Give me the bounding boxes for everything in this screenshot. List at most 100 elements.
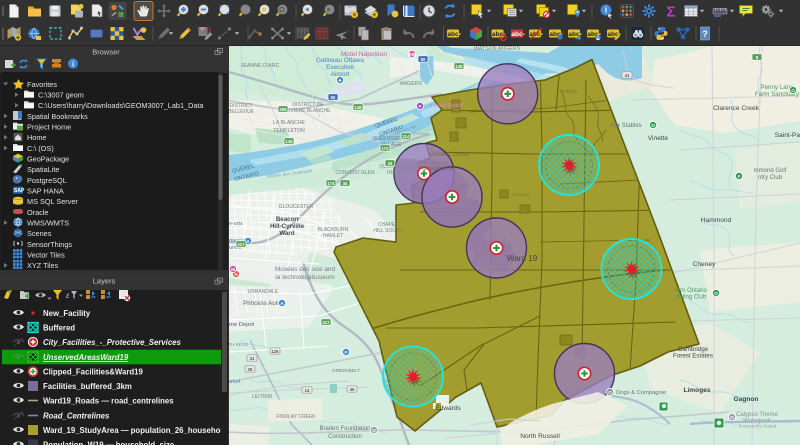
svg-text:O: O	[651, 123, 655, 128]
svg-text:CONVENT GLEN: CONVENT GLEN	[335, 170, 375, 176]
svg-text:Clarence Creek: Clarence Creek	[713, 105, 760, 112]
svg-text:Favorites: Favorites	[27, 80, 57, 89]
svg-text:O: O	[608, 390, 612, 395]
svg-text:i: i	[72, 60, 74, 69]
svg-text:abc: abc	[511, 31, 523, 38]
svg-text:nox Stables: nox Stables	[610, 123, 641, 129]
svg-text:114: 114	[403, 134, 411, 139]
svg-text:TEMPLETON: TEMPLETON	[273, 128, 305, 134]
svg-text:C:\ (OS): C:\ (OS)	[27, 144, 54, 153]
svg-text:Vector Tiles: Vector Tiles	[27, 250, 65, 259]
svg-text:Motel Napoléon: Motel Napoléon	[341, 51, 388, 58]
svg-text:P: P	[344, 350, 347, 355]
svg-text:Layers: Layers	[93, 277, 116, 286]
svg-text:50: 50	[421, 57, 426, 62]
svg-text:Spatial Bookmarks: Spatial Bookmarks	[27, 112, 88, 121]
svg-text:URBANDALE: URBANDALE	[248, 289, 279, 295]
svg-text:XYZ Tiles: XYZ Tiles	[27, 261, 59, 270]
svg-text:CARDINAL CREEK: CARDINAL CREEK	[429, 152, 470, 157]
svg-text:Hammond: Hammond	[701, 217, 732, 224]
svg-text:14: 14	[305, 388, 310, 393]
svg-text:Gatineau Ottawa: Gatineau Ottawa	[316, 57, 364, 64]
svg-text:50: 50	[331, 95, 336, 100]
svg-text:Ward: Ward	[279, 230, 294, 237]
svg-text:Σ: Σ	[666, 4, 675, 21]
svg-text:148: 148	[455, 64, 463, 69]
svg-text:WMS/WMTS: WMS/WMTS	[27, 218, 69, 227]
svg-text:e Island Beach: e Island Beach	[429, 103, 462, 109]
svg-text:Browser: Browser	[92, 48, 120, 57]
svg-text:tern Ontario: tern Ontario	[675, 288, 707, 294]
svg-text:34: 34	[343, 181, 348, 186]
svg-text:125: 125	[271, 349, 279, 354]
svg-text:Ward19_Roads — road_centreline: Ward19_Roads — road_centrelines	[43, 397, 174, 406]
svg-text:e-arts: e-arts	[229, 221, 243, 227]
svg-text:UnservedAreasWard19: UnservedAreasWard19	[43, 353, 129, 362]
svg-text:Road_Centrelines: Road_Centrelines	[43, 412, 110, 421]
svg-text:Scenes: Scenes	[27, 229, 52, 238]
svg-text:ome Depot: ome Depot	[229, 322, 255, 328]
svg-text:Population_W19 — household_siz: Population_W19 — household_size	[43, 441, 175, 445]
svg-text:M: M	[231, 267, 235, 272]
svg-text:Cheney: Cheney	[693, 261, 716, 268]
svg-text:Gagnon: Gagnon	[734, 396, 759, 403]
svg-text:Beacon: Beacon	[276, 216, 299, 223]
svg-text:SpatiaLite: SpatiaLite	[27, 165, 59, 174]
svg-text:Oracle: Oracle	[27, 208, 49, 217]
svg-text:P: P	[418, 104, 421, 109]
svg-text:SAP: SAP	[14, 188, 25, 194]
svg-text:417: 417	[322, 320, 330, 325]
svg-text:CREEK: CREEK	[562, 89, 577, 94]
svg-text:F: F	[738, 174, 741, 179]
svg-text:34: 34	[388, 161, 393, 166]
svg-text:45: 45	[350, 387, 355, 392]
svg-text:Facilities_buffered_3km: Facilities_buffered_3km	[43, 382, 132, 391]
svg-text:mmond Golf: mmond Golf	[754, 168, 787, 174]
svg-text:Princess Auto: Princess Auto	[243, 300, 281, 307]
svg-text:Construction: Construction	[328, 434, 362, 440]
svg-text:Forest Estates: Forest Estates	[673, 353, 713, 360]
svg-text:Home: Home	[27, 133, 46, 142]
svg-text:la technologi&useum: la technologi&useum	[275, 274, 334, 281]
svg-text:O: O	[714, 291, 718, 296]
svg-text:SAP HANA: SAP HANA	[27, 186, 64, 195]
svg-text:HAMLET: HAMLET	[323, 233, 343, 239]
svg-text:MS SQL Server: MS SQL Server	[27, 197, 78, 206]
svg-text:Calypso Theme: Calypso Theme	[736, 412, 779, 418]
svg-text:O: O	[730, 415, 734, 420]
svg-text:BELLEVUE: BELLEVUE	[229, 109, 255, 115]
svg-text:Clipped_Facilities&Ward19: Clipped_Facilities&Ward19	[43, 368, 143, 377]
svg-text:174: 174	[327, 181, 335, 186]
svg-text:LA BLANCHE: LA BLANCHE	[273, 120, 306, 126]
svg-text:LEITRIM: LEITRIM	[252, 394, 272, 400]
svg-text:RIVIERE BLANCHE: RIVIERE BLANCHE	[285, 108, 331, 114]
svg-text:Ward_19_StudyArea — population: Ward_19_StudyArea — population_26_househ…	[43, 426, 228, 435]
svg-text:FALLINGBROOK: FALLINGBROOK	[419, 166, 455, 171]
svg-text:GREENBELT: GREENBELT	[332, 368, 360, 373]
svg-text:GeoPackage: GeoPackage	[27, 154, 69, 163]
svg-text:Vinette: Vinette	[648, 135, 669, 142]
svg-text:41: 41	[625, 73, 630, 78]
svg-text:Project Home: Project Home	[27, 122, 71, 131]
svg-text:WATSON ANGERS: WATSON ANGERS	[474, 46, 521, 52]
svg-text:arket: arket	[229, 379, 241, 385]
svg-text:ANGERS: ANGERS	[400, 81, 423, 87]
svg-text:148: 148	[285, 139, 293, 144]
svg-text:Musées des sice and: Musées des sice and	[275, 266, 335, 273]
svg-text:148: 148	[354, 105, 362, 110]
svg-text:JEANNE D’ARC: JEANNE D’ARC	[241, 63, 280, 69]
svg-text:abc: abc	[568, 31, 580, 38]
svg-text:HILL SOUTH: HILL SOUTH	[373, 228, 403, 234]
svg-text:HEIGHTS: HEIGHTS	[387, 170, 410, 176]
svg-text:EB: EB	[409, 52, 416, 57]
svg-text:Temporarily closed: Temporarily closed	[738, 424, 777, 429]
svg-text:New_Facility: New_Facility	[43, 309, 91, 318]
svg-text:AVALON: AVALON	[512, 192, 530, 197]
svg-text:GLOUCESTER: GLOUCESTER	[279, 204, 314, 210]
svg-text:417: 417	[237, 242, 245, 247]
svg-text:TH KEYS: TH KEYS	[229, 342, 248, 347]
svg-text:O: O	[791, 88, 795, 93]
svg-text:26: 26	[248, 367, 253, 372]
svg-text:Buffered: Buffered	[43, 324, 75, 333]
svg-text:Hill-Cyrville: Hill-Cyrville	[270, 223, 305, 230]
